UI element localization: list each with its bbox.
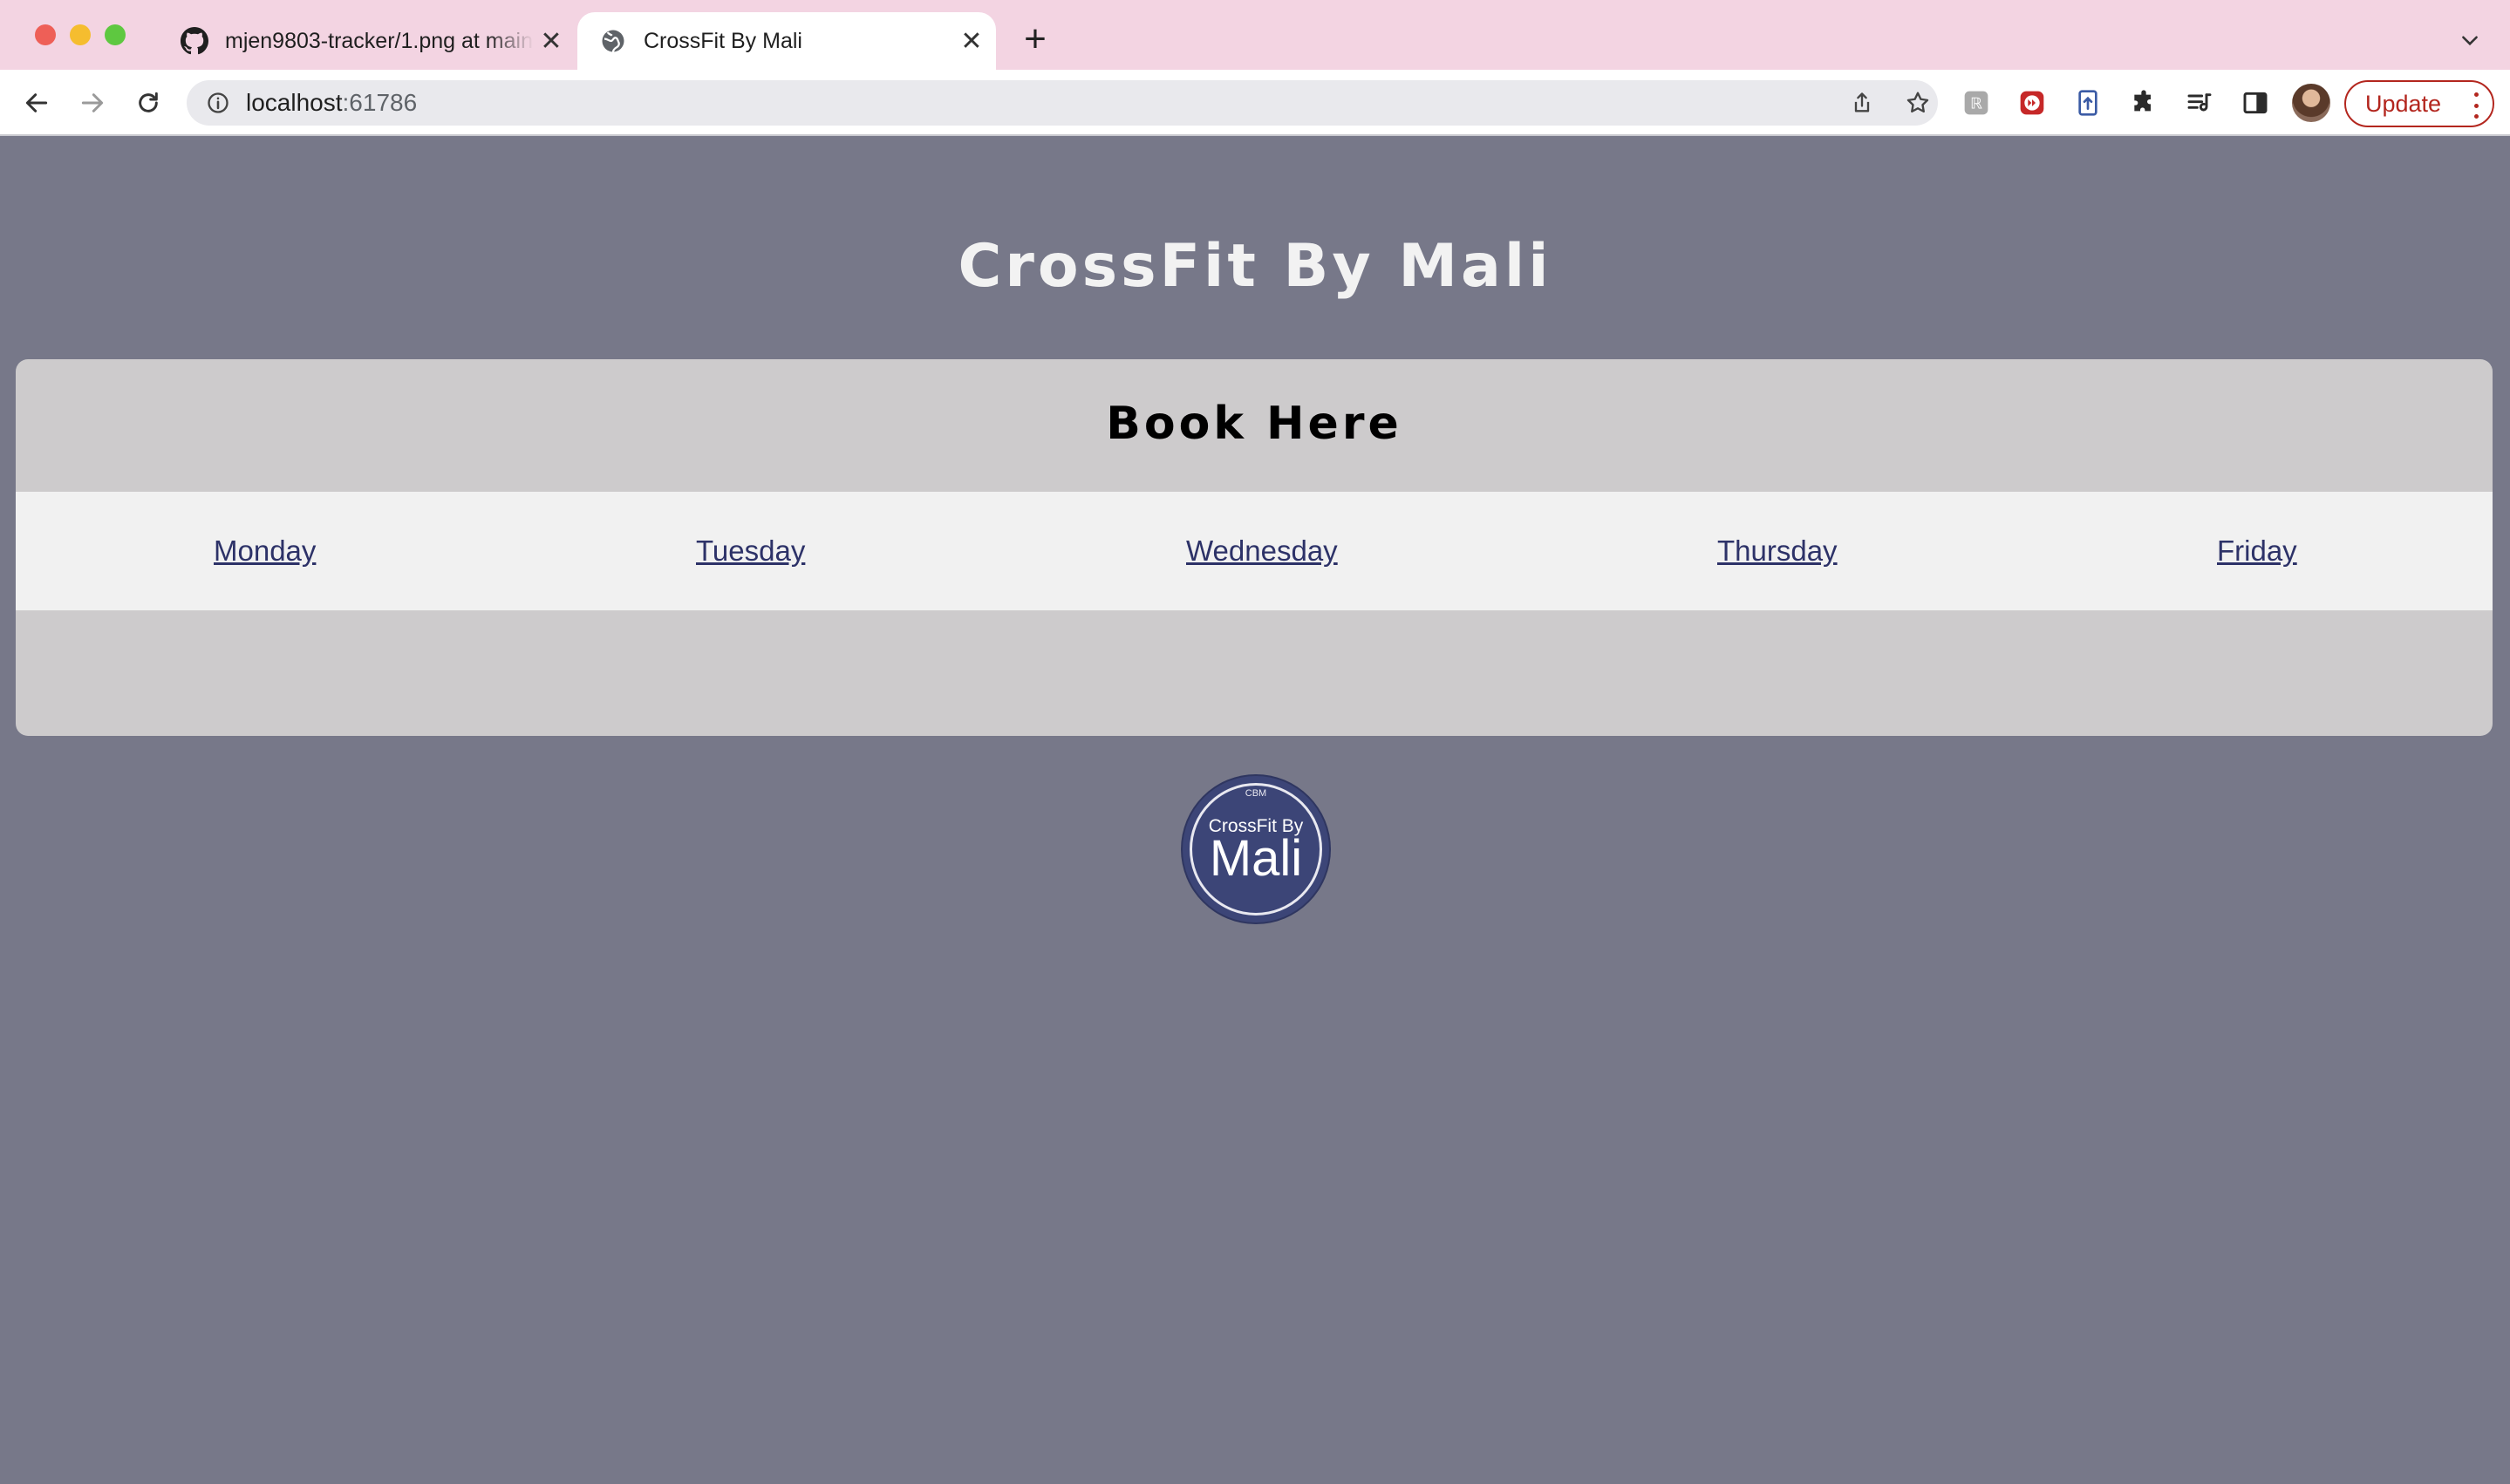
new-tab-button[interactable]: + xyxy=(1017,20,1054,58)
update-button[interactable]: Update xyxy=(2344,80,2494,127)
side-panel-icon[interactable] xyxy=(2238,85,2273,120)
day-link-friday[interactable]: Friday xyxy=(2217,492,2297,610)
forward-arrow-icon[interactable] xyxy=(75,85,110,120)
address-bar[interactable]: localhost:61786 xyxy=(187,80,1938,126)
maximize-window-button[interactable] xyxy=(105,24,126,45)
globe-icon xyxy=(598,26,628,56)
update-label: Update xyxy=(2365,90,2442,117)
extension-forward-icon[interactable] xyxy=(2015,85,2050,120)
extension-a-icon[interactable]: ℝ xyxy=(1959,85,1994,120)
days-nav: Monday Tuesday Wednesday Thursday Friday xyxy=(16,492,2493,610)
media-queue-icon[interactable] xyxy=(2182,85,2217,120)
tab-github[interactable]: mjen9803-tracker/1.png at main ✕ xyxy=(171,12,576,70)
bookmark-star-icon[interactable] xyxy=(1903,88,1933,118)
more-menu-icon[interactable] xyxy=(2472,92,2480,119)
browser-tab-bar: mjen9803-tracker/1.png at main ✕ CrossFi… xyxy=(0,0,2510,70)
day-link-thursday[interactable]: Thursday xyxy=(1717,492,1838,610)
close-window-button[interactable] xyxy=(35,24,56,45)
close-icon[interactable]: ✕ xyxy=(954,24,989,58)
profile-avatar[interactable] xyxy=(2292,84,2330,122)
svg-text:ℝ: ℝ xyxy=(1970,95,1982,112)
tab-title: mjen9803-tracker/1.png at main xyxy=(225,28,533,53)
browser-toolbar: localhost:61786 ℝ Update xyxy=(0,70,2510,136)
back-arrow-icon[interactable] xyxy=(19,85,54,120)
tab-crossfit[interactable]: CrossFit By Mali ✕ xyxy=(577,12,996,70)
logo-small-text: CBM xyxy=(1245,788,1267,799)
info-icon[interactable] xyxy=(204,89,232,117)
minimize-window-button[interactable] xyxy=(70,24,91,45)
day-link-wednesday[interactable]: Wednesday xyxy=(1186,492,1338,610)
booking-card: Book Here Monday Tuesday Wednesday Thurs… xyxy=(16,359,2493,736)
crossfit-by-mali-logo: CBM CrossFit By Mali xyxy=(1183,776,1329,922)
day-link-tuesday[interactable]: Tuesday xyxy=(696,492,805,610)
chevron-down-icon[interactable] xyxy=(2454,24,2486,56)
url-text: localhost:61786 xyxy=(246,89,418,116)
extensions-puzzle-icon[interactable] xyxy=(2126,85,2161,120)
booking-heading: Book Here xyxy=(1106,398,1402,450)
tab-title: CrossFit By Mali xyxy=(644,28,802,53)
share-icon[interactable] xyxy=(1847,88,1877,118)
page-content: CrossFit By Mali Book Here Monday Tuesda… xyxy=(0,136,2510,1484)
extension-upload-icon[interactable] xyxy=(2070,85,2105,120)
logo-big-text: Mali xyxy=(1209,830,1303,887)
close-icon[interactable]: ✕ xyxy=(534,24,569,58)
github-icon xyxy=(180,26,209,56)
day-link-monday[interactable]: Monday xyxy=(214,492,316,610)
reload-icon[interactable] xyxy=(131,85,166,120)
site-title: CrossFit By Mali xyxy=(958,232,1552,301)
